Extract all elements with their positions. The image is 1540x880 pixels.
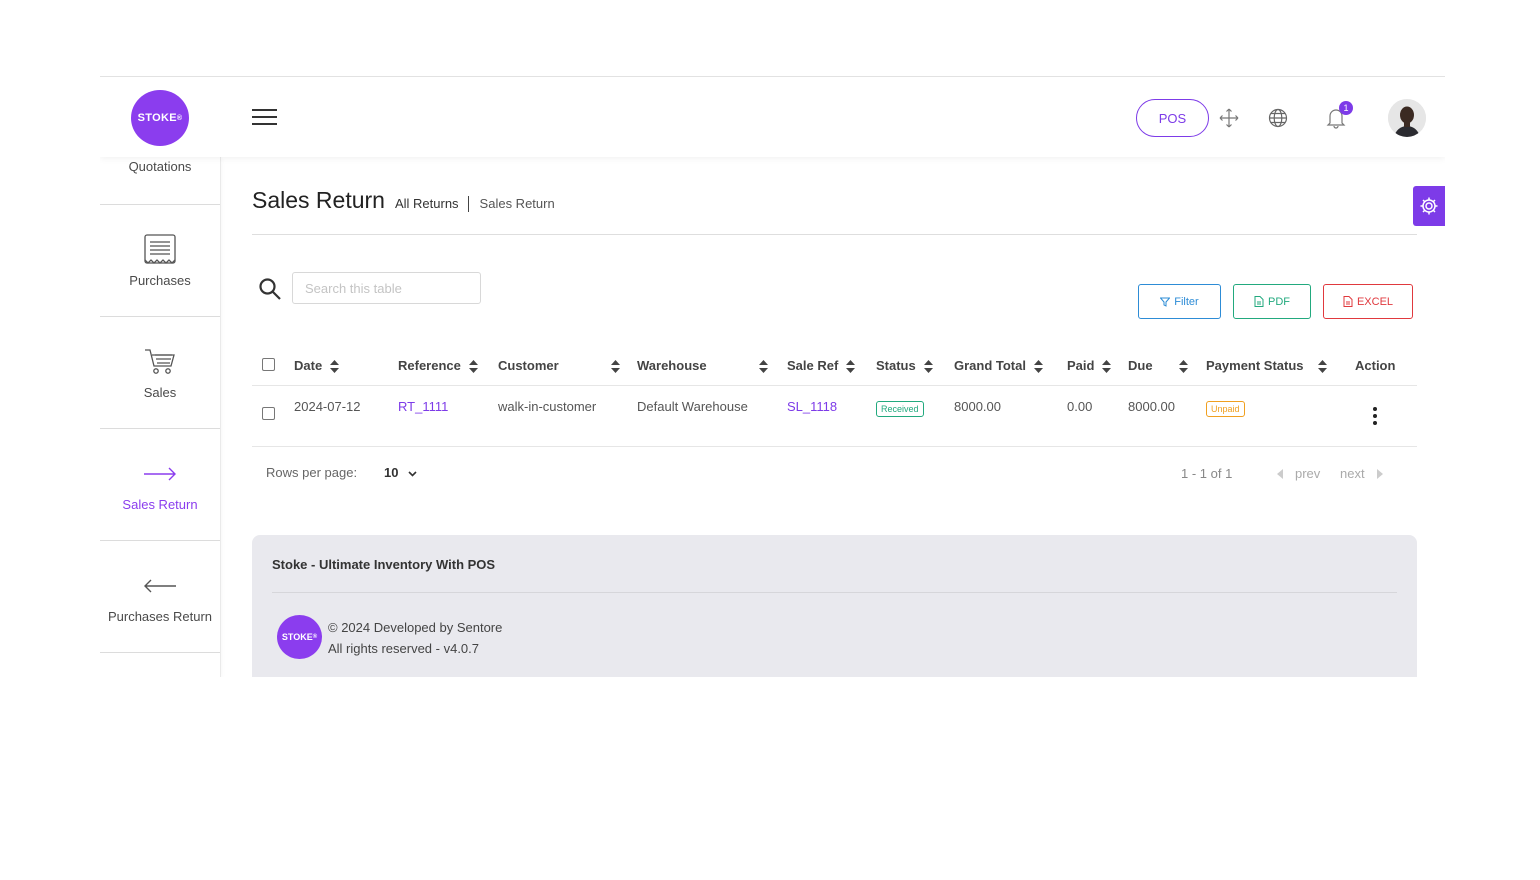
caret-right-icon	[1376, 468, 1383, 479]
column-header-status[interactable]: Status	[876, 347, 954, 385]
sale-ref-link[interactable]: SL_1118	[787, 399, 837, 414]
rows-per-page-select[interactable]: 10	[384, 465, 417, 480]
column-header-date[interactable]: Date	[294, 347, 398, 385]
sidebar-item-label: Sales Return	[122, 497, 198, 512]
top-bar: STOKE ® POS 1	[100, 77, 1445, 157]
sidebar-item-purchases[interactable]: Purchases	[100, 205, 220, 317]
sales-return-table: Date Reference Customer Warehouse Sale R…	[252, 347, 1417, 447]
column-header-warehouse[interactable]: Warehouse	[637, 347, 787, 385]
table-row[interactable]: 2024-07-12 RT_1111 walk-in-customer Defa…	[252, 385, 1417, 446]
sort-icon	[758, 360, 768, 374]
arrow-right-icon	[143, 457, 177, 491]
sort-icon	[1178, 360, 1188, 374]
excel-button[interactable]: EXCEL	[1323, 284, 1413, 319]
cell-date: 2024-07-12	[294, 398, 361, 414]
status-badge: Received	[876, 400, 924, 417]
cell-warehouse: Default Warehouse	[637, 398, 748, 414]
footer-logo: STOKE ®	[277, 615, 322, 659]
sort-icon	[1033, 360, 1043, 374]
payment-status-badge: Unpaid	[1206, 400, 1245, 417]
search-input[interactable]	[292, 272, 481, 304]
footer-copyright: © 2024 Developed by Sentore All rights r…	[328, 620, 503, 656]
cell-grand-total: 8000.00	[954, 398, 1001, 414]
notification-badge: 1	[1339, 101, 1353, 115]
filter-button[interactable]: Filter	[1138, 284, 1221, 319]
globe-icon[interactable]	[1267, 107, 1289, 129]
column-header-due[interactable]: Due	[1128, 347, 1206, 385]
more-actions-icon[interactable]	[1373, 406, 1377, 428]
row-checkbox[interactable]	[262, 406, 275, 420]
column-header-reference[interactable]: Reference	[398, 347, 498, 385]
sidebar-item-label: Quotations	[128, 159, 192, 174]
sidebar-item-label: Purchases Return	[107, 609, 213, 624]
sort-icon	[468, 360, 478, 374]
menu-icon[interactable]	[252, 109, 277, 127]
breadcrumb-all-returns[interactable]: All Returns	[395, 196, 459, 211]
excel-icon	[1343, 296, 1353, 307]
pdf-button[interactable]: PDF	[1233, 284, 1311, 319]
brand-logo[interactable]: STOKE ®	[131, 90, 189, 146]
reference-link[interactable]: RT_1111	[398, 399, 448, 414]
cart-icon	[144, 345, 176, 379]
column-header-customer[interactable]: Customer	[498, 347, 637, 385]
sort-icon	[1317, 360, 1327, 374]
sidebar-item-purchases-return[interactable]: Purchases Return	[100, 541, 220, 653]
select-all-checkbox[interactable]	[262, 357, 275, 371]
sort-icon	[923, 360, 933, 374]
cell-paid: 0.00	[1067, 398, 1093, 414]
column-header-action: Action	[1355, 358, 1396, 374]
footer-title: Stoke - Ultimate Inventory With POS	[272, 557, 496, 572]
table-header-row: Date Reference Customer Warehouse Sale R…	[252, 347, 1417, 385]
rows-per-page-label: Rows per page:	[266, 465, 358, 480]
app-frame: STOKE ® POS 1 Quotations Purchases Sales…	[100, 76, 1445, 677]
fullscreen-icon[interactable]	[1218, 107, 1240, 129]
settings-gear-icon[interactable]	[1413, 186, 1445, 226]
sidebar: Quotations Purchases Sales Sales Return …	[100, 157, 221, 677]
next-page-button[interactable]: next	[1340, 466, 1383, 481]
pagination-range: 1 - 1 of 1	[1181, 466, 1233, 481]
sort-icon	[330, 360, 340, 374]
arrow-left-icon	[143, 569, 177, 603]
cell-due: 8000.00	[1128, 398, 1175, 414]
pos-button[interactable]: POS	[1136, 99, 1209, 137]
sort-icon	[846, 360, 856, 374]
page-header: Sales Return All Returns Sales Return	[252, 187, 1417, 235]
column-header-sale-ref[interactable]: Sale Ref	[787, 347, 876, 385]
caret-left-icon	[1277, 468, 1283, 479]
sort-icon	[1102, 360, 1112, 374]
breadcrumb-separator	[467, 196, 469, 212]
chevron-down-icon	[408, 471, 417, 477]
sort-icon	[610, 360, 620, 374]
footer-divider	[272, 592, 1397, 593]
footer: Stoke - Ultimate Inventory With POS STOK…	[252, 535, 1417, 677]
prev-page-button[interactable]: prev	[1277, 466, 1320, 481]
page-title: Sales Return	[252, 187, 385, 213]
search-icon	[258, 277, 282, 306]
breadcrumb-current: Sales Return	[479, 196, 555, 211]
sidebar-item-sales[interactable]: Sales	[100, 317, 220, 429]
column-header-paid[interactable]: Paid	[1067, 347, 1128, 385]
sidebar-item-label: Sales	[143, 385, 177, 400]
cell-customer: walk-in-customer	[498, 398, 597, 414]
receipt-icon	[143, 233, 177, 267]
column-header-grand-total[interactable]: Grand Total	[954, 347, 1067, 385]
column-header-payment-status[interactable]: Payment Status	[1206, 347, 1355, 385]
sidebar-item-quotations[interactable]: Quotations	[100, 157, 220, 205]
pdf-icon	[1254, 296, 1264, 307]
filter-icon	[1160, 297, 1171, 307]
sidebar-item-label: Purchases	[129, 273, 191, 288]
sidebar-item-sales-return[interactable]: Sales Return	[100, 429, 220, 541]
avatar[interactable]	[1388, 99, 1426, 137]
